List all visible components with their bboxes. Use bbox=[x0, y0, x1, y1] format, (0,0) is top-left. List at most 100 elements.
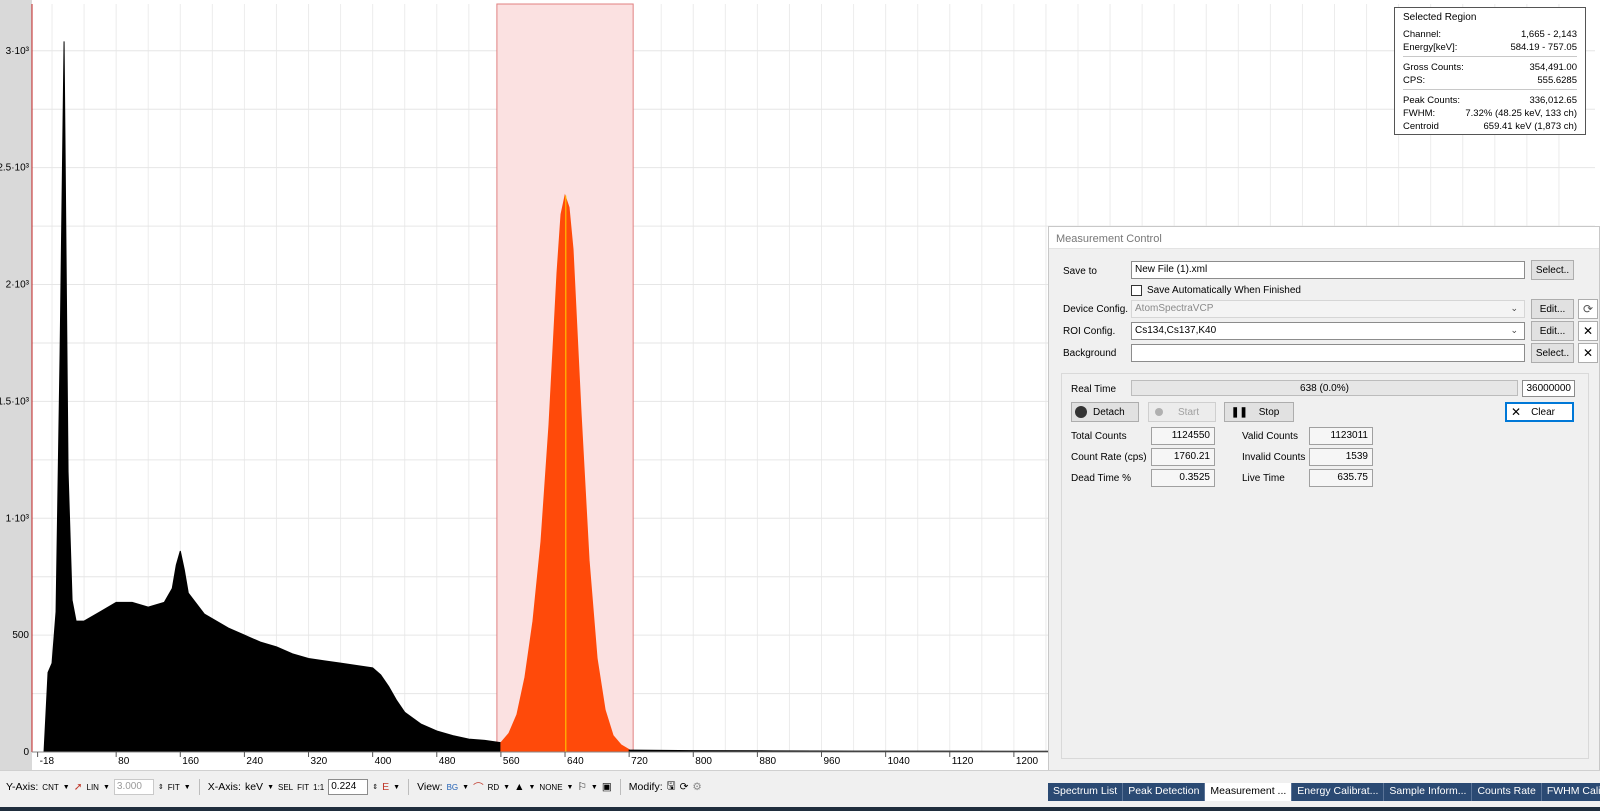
chevron-down-icon[interactable]: ▼ bbox=[567, 784, 574, 791]
clear-label: Clear bbox=[1531, 406, 1555, 418]
roi-row-cps: CPS: 555.6285 bbox=[1403, 75, 1577, 86]
x-tick-label: 320 bbox=[311, 756, 328, 767]
chevron-down-icon[interactable]: ▼ bbox=[462, 784, 469, 791]
save-auto-row: Save Automatically When Finished bbox=[1131, 280, 1301, 300]
energy-icon[interactable]: E bbox=[382, 781, 389, 793]
lin-label: LIN bbox=[86, 782, 99, 792]
device-config-value: AtomSpectraVCP bbox=[1135, 303, 1214, 314]
detach-button[interactable]: Detach bbox=[1071, 402, 1139, 422]
toolbar-separator bbox=[619, 779, 621, 795]
x-tick-label: 880 bbox=[759, 756, 776, 767]
x-select-button[interactable]: SEL bbox=[278, 783, 293, 792]
background-label: Background bbox=[1063, 347, 1117, 359]
roi-row-gross-counts: Gross Counts: 354,491.00 bbox=[1403, 62, 1577, 73]
chevron-down-icon[interactable]: ▼ bbox=[103, 784, 110, 791]
image-icon[interactable]: ▣ bbox=[602, 781, 612, 793]
chevron-down-icon: ⌄ bbox=[1510, 303, 1518, 313]
x-tick-label: 240 bbox=[246, 756, 263, 767]
save-to-field[interactable]: New File (1).xml bbox=[1131, 261, 1525, 279]
spinner-icon[interactable]: ⇕ bbox=[372, 783, 378, 791]
tab-peak-detection[interactable]: Peak Detection bbox=[1123, 783, 1206, 801]
x-axis-unit-dropdown[interactable]: keV bbox=[245, 781, 263, 793]
refresh-icon[interactable]: ⟳ bbox=[680, 781, 689, 793]
invalid-counts-value: 1539 bbox=[1309, 448, 1373, 466]
count-rate-value: 1760.21 bbox=[1151, 448, 1215, 466]
curve-icon[interactable]: ⌒ bbox=[473, 780, 484, 795]
close-icon: ✕ bbox=[1511, 405, 1522, 419]
one-to-one-button[interactable]: 1:1 bbox=[313, 783, 324, 792]
valid-counts-label: Valid Counts bbox=[1242, 430, 1298, 442]
real-time-value: 638 (0.0%) bbox=[1300, 383, 1349, 394]
detach-icon bbox=[1075, 406, 1087, 418]
x-tick-label: 400 bbox=[375, 756, 392, 767]
peak-shape-icon[interactable]: ▲ bbox=[514, 781, 524, 793]
x-fit-button[interactable]: FIT bbox=[297, 783, 309, 792]
roi-row-fwhm: FWHM: 7.32% (48.25 keV, 133 ch) bbox=[1403, 108, 1577, 119]
x-tick-label: 480 bbox=[439, 756, 456, 767]
refresh-icon[interactable]: ⟳ bbox=[1578, 299, 1598, 319]
save-to-label: Save to bbox=[1063, 265, 1097, 277]
save-to-select-button[interactable]: Select.. bbox=[1531, 260, 1574, 280]
rd-label: RD bbox=[487, 782, 500, 792]
chevron-down-icon[interactable]: ▼ bbox=[528, 784, 535, 791]
chevron-down-icon[interactable]: ▼ bbox=[503, 784, 510, 791]
selected-region-panel: Selected Region Channel: 1,665 - 2,143 En… bbox=[1394, 7, 1586, 135]
save-auto-label: Save Automatically When Finished bbox=[1147, 284, 1301, 296]
chevron-down-icon[interactable]: ▼ bbox=[267, 784, 274, 791]
tab-measurement-control[interactable]: Measurement ... bbox=[1205, 783, 1293, 801]
save-icon[interactable]: 🖫 bbox=[667, 778, 676, 796]
device-config-edit-button[interactable]: Edit... bbox=[1531, 299, 1574, 319]
real-time-limit-field[interactable]: 36000000 bbox=[1522, 380, 1575, 397]
start-button[interactable]: Start bbox=[1148, 402, 1216, 422]
close-icon[interactable]: ✕ bbox=[1578, 321, 1598, 341]
linear-scale-icon[interactable]: ➚ bbox=[74, 781, 83, 793]
y-tick-label: 2·10³ bbox=[6, 280, 30, 291]
y-zoom-input[interactable]: 3.000 bbox=[113, 779, 154, 795]
tab-sample-information[interactable]: Sample Inform... bbox=[1384, 783, 1473, 801]
roi-separator bbox=[1403, 89, 1577, 90]
marker-icon[interactable]: ⚐ bbox=[577, 781, 586, 793]
view-label: View: bbox=[417, 781, 443, 793]
invalid-counts-label: Invalid Counts bbox=[1242, 451, 1306, 463]
tools-icon[interactable]: ⚙ bbox=[692, 781, 701, 793]
tab-fwhm-calibration[interactable]: FWHM Calibra... bbox=[1542, 783, 1600, 801]
close-icon[interactable]: ✕ bbox=[1578, 343, 1598, 363]
device-config-row: Device Config. bbox=[1063, 299, 1128, 319]
live-time-label: Live Time bbox=[1242, 472, 1285, 484]
measurement-group: Real Time 638 (0.0%) 36000000 Detach Sta… bbox=[1061, 373, 1589, 759]
x-zoom-input[interactable]: 0.224 bbox=[328, 779, 369, 795]
chevron-down-icon[interactable]: ▼ bbox=[591, 784, 598, 791]
roi-config-select[interactable]: Cs134,Cs137,K40 ⌄ bbox=[1131, 322, 1525, 340]
smoothing-button[interactable]: NONE bbox=[539, 783, 562, 792]
spinner-icon[interactable]: ⇕ bbox=[158, 783, 164, 791]
clear-button[interactable]: ✕ Clear bbox=[1505, 402, 1574, 422]
panel-tabs: Spectrum List Peak Detection Measurement… bbox=[1048, 783, 1600, 801]
roi-config-edit-button[interactable]: Edit... bbox=[1531, 321, 1574, 341]
y-fit-button[interactable]: FIT bbox=[168, 783, 180, 792]
chevron-down-icon[interactable]: ▼ bbox=[393, 784, 400, 791]
roi-row-channel: Channel: 1,665 - 2,143 bbox=[1403, 29, 1577, 40]
valid-counts-row: Valid Counts bbox=[1242, 426, 1298, 446]
roi-row-peak-counts: Peak Counts: 336,012.65 bbox=[1403, 95, 1577, 106]
chevron-down-icon[interactable]: ▼ bbox=[184, 784, 191, 791]
x-tick-label: 800 bbox=[695, 756, 712, 767]
real-time-row: Real Time bbox=[1071, 379, 1116, 399]
roi-config-value: Cs134,Cs137,K40 bbox=[1135, 325, 1217, 336]
tab-energy-calibration[interactable]: Energy Calibrat... bbox=[1292, 783, 1385, 801]
tab-spectrum-list[interactable]: Spectrum List bbox=[1048, 783, 1124, 801]
background-field[interactable] bbox=[1131, 344, 1525, 362]
chevron-down-icon[interactable]: ▼ bbox=[63, 784, 70, 791]
save-auto-checkbox[interactable] bbox=[1131, 284, 1142, 296]
measurement-control-window: Measurement Control Save to New File (1)… bbox=[1048, 226, 1600, 772]
background-view-button[interactable]: BG bbox=[447, 783, 459, 792]
y-axis-unit-dropdown[interactable]: CNT bbox=[42, 783, 58, 792]
tab-counts-rate[interactable]: Counts Rate bbox=[1472, 783, 1542, 801]
chart-toolbar: Y-Axis: CNT ▼ ➚ LIN ▼ 3.000 ⇕ FIT ▼ X-Ax… bbox=[6, 777, 702, 797]
toolbar-separator bbox=[408, 779, 410, 795]
background-select-button[interactable]: Select.. bbox=[1531, 343, 1574, 363]
y-axis-gutter bbox=[0, 0, 32, 770]
roi-config-label: ROI Config. bbox=[1063, 325, 1116, 337]
stop-button[interactable]: ❚❚ Stop bbox=[1224, 402, 1294, 422]
count-rate-row: Count Rate (cps) bbox=[1071, 447, 1147, 467]
roi-row-energy: Energy[keV]: 584.19 - 757.05 bbox=[1403, 42, 1577, 53]
